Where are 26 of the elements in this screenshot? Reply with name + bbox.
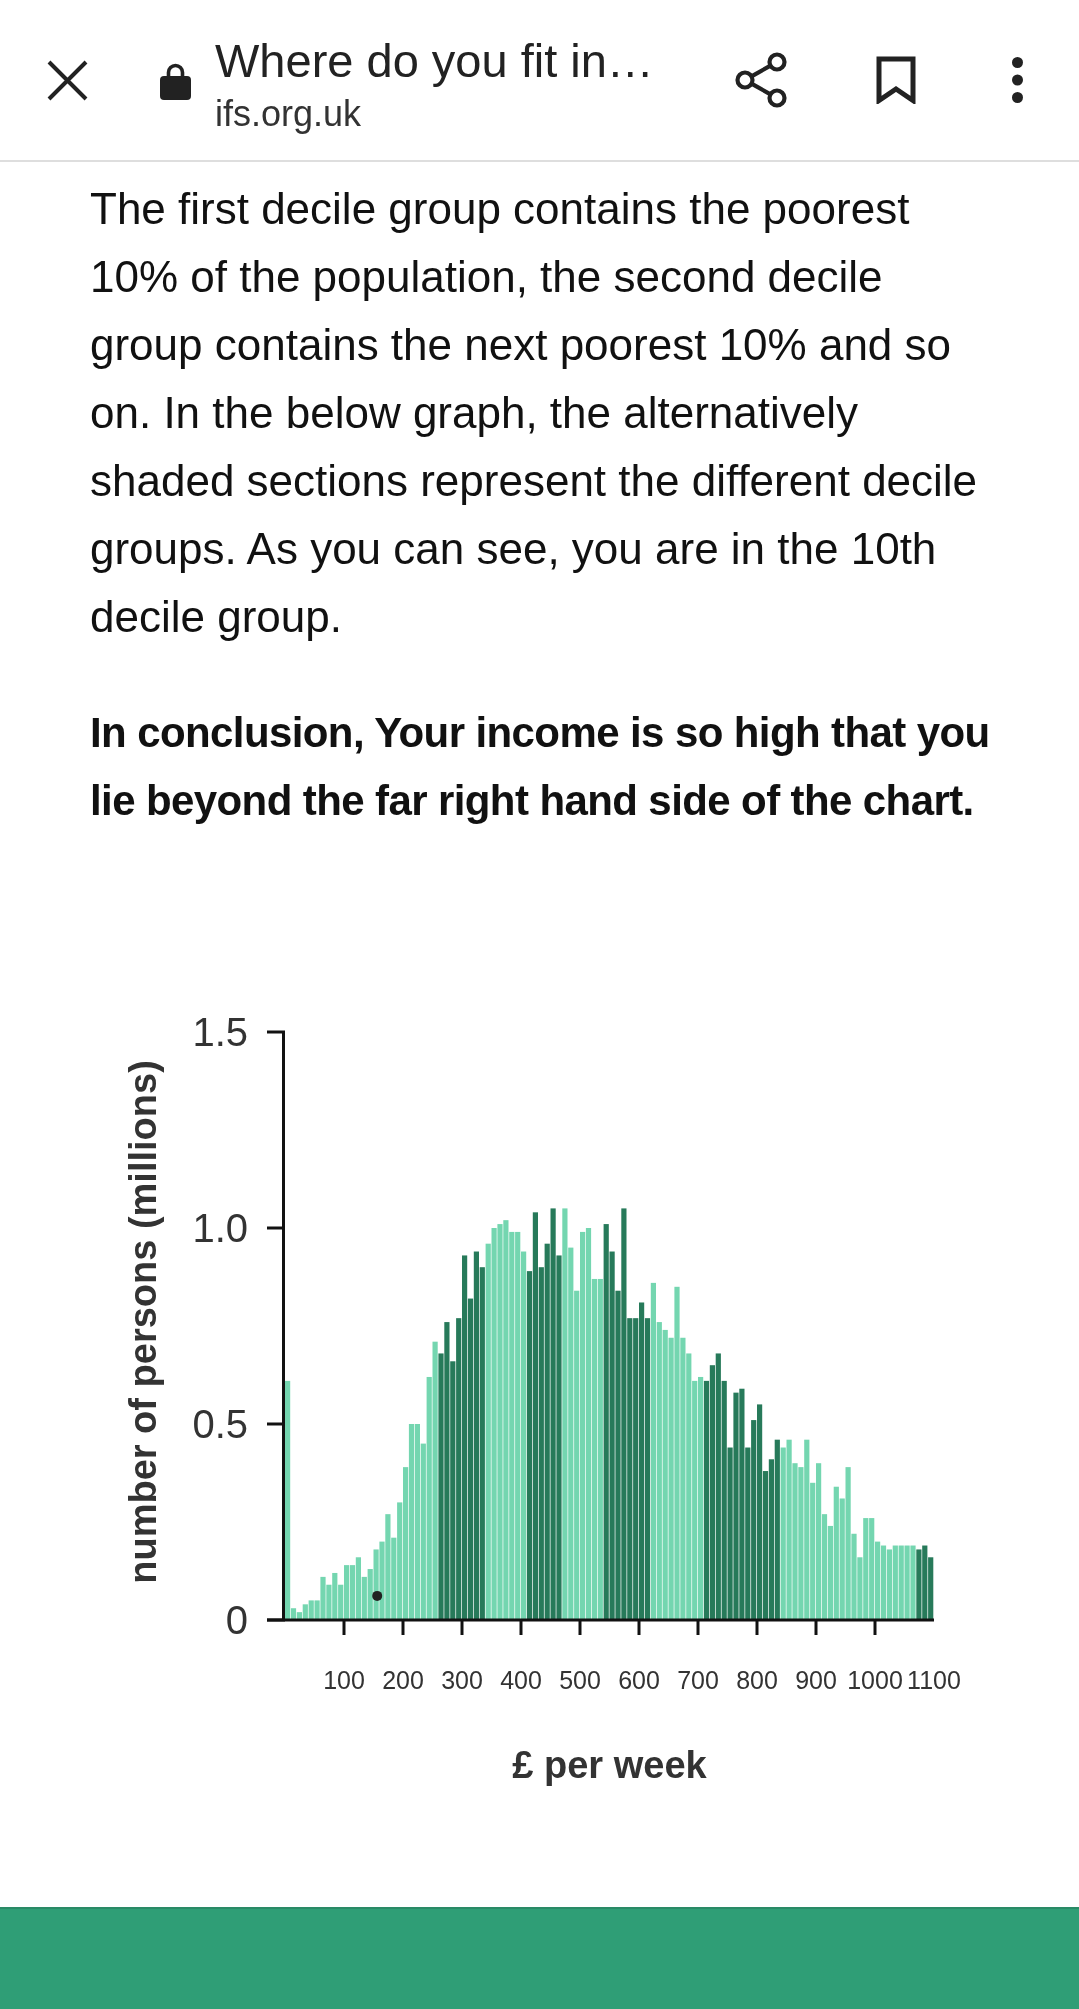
bookmark-icon[interactable] [876, 56, 916, 104]
x-axis-title: £ per week [512, 1744, 707, 1786]
x-tick-label: 500 [559, 1666, 601, 1694]
conclusion-text: In conclusion, Your income is so high that you lie beyond the far right hand side of the chart. [90, 708, 991, 826]
x-tick-label: 400 [500, 1666, 542, 1694]
y-tick-label: 0.5 [192, 1402, 248, 1446]
x-tick-label: 600 [618, 1666, 660, 1694]
close-icon[interactable] [47, 59, 88, 101]
x-tick-label: 1000 [847, 1666, 903, 1694]
page-title: Where do you fit in… [215, 34, 655, 88]
y-axis-title: number of persons (millions) [122, 1060, 164, 1584]
x-tick-label: 900 [795, 1666, 837, 1694]
x-tick-label: 800 [736, 1666, 778, 1694]
y-tick-label: 1.5 [192, 1010, 248, 1054]
share-icon[interactable] [735, 52, 787, 108]
x-tick-label: 1100 [907, 1666, 961, 1694]
x-tick-label: 100 [323, 1666, 365, 1694]
y-tick-label: 1.0 [192, 1206, 248, 1250]
dot-icon [372, 1590, 383, 1601]
y-tick-label: 0 [225, 1598, 248, 1642]
x-tick-label: 200 [382, 1666, 424, 1694]
article-paragraph: The first decile group contains the poorest 10% of the population, the second decile group contains the next poorest 10% and so on. In the below graph, the alternatively shaded sections represent the different decile groups. As you can see, you are in the 10th decile group. [90, 183, 979, 643]
x-tick-label: 700 [677, 1666, 719, 1694]
more-menu-icon[interactable] [1012, 57, 1023, 103]
page-domain: ifs.org.uk [215, 94, 363, 134]
x-tick-label: 300 [441, 1666, 483, 1694]
